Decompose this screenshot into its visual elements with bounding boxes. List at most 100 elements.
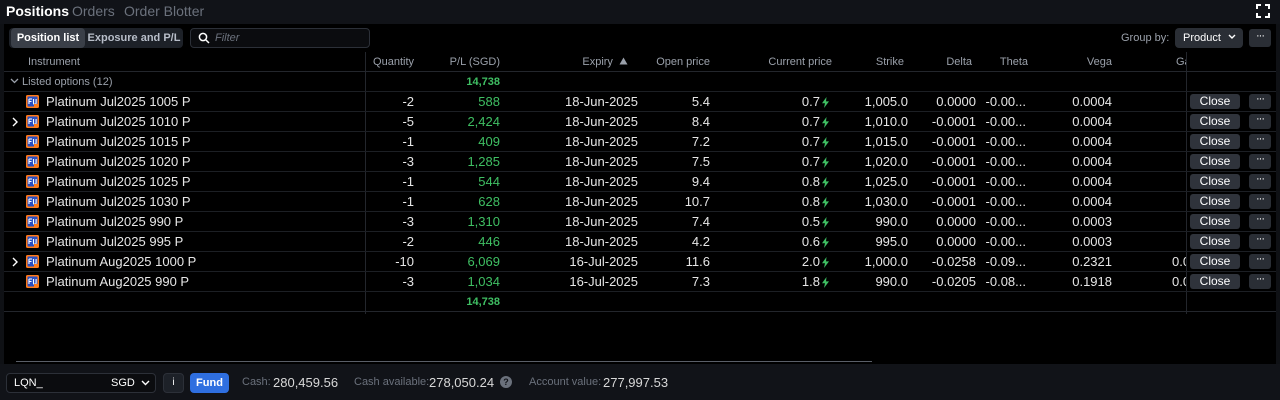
tab-order-blotter[interactable]: Order Blotter: [124, 3, 204, 19]
current-price-cell: 0.8: [801, 194, 820, 209]
col-current-price[interactable]: Current price: [768, 56, 832, 68]
table-row[interactable]: Platinum Jul2025 1015 P -1 409 18-Jun-2025 7…: [4, 132, 1276, 152]
open-price-cell: 5.4: [691, 94, 710, 109]
row-more-button[interactable]: ···: [1249, 174, 1271, 189]
group-by-label: Group by:: [1121, 32, 1170, 44]
pl-cell: 588: [478, 94, 500, 109]
instrument-cell[interactable]: Platinum Jul2025 1030 P: [46, 194, 191, 209]
col-expiry[interactable]: Expiry: [582, 56, 628, 68]
close-position-button[interactable]: Close: [1190, 194, 1240, 209]
table-row[interactable]: Platinum Jul2025 990 P -3 1,310 18-Jun-2025…: [4, 212, 1276, 232]
row-more-button[interactable]: ···: [1249, 94, 1271, 109]
fullscreen-icon[interactable]: [1256, 4, 1270, 18]
row-more-button[interactable]: ···: [1249, 254, 1271, 269]
close-position-button[interactable]: Close: [1190, 94, 1240, 109]
account-value-value: 277,997.53: [603, 375, 669, 390]
col-quantity[interactable]: Quantity: [373, 56, 414, 68]
instrument-cell[interactable]: Platinum Aug2025 1000 P: [46, 254, 196, 269]
col-vega[interactable]: Vega: [1087, 56, 1112, 68]
instrument-cell[interactable]: Platinum Jul2025 1020 P: [46, 154, 191, 169]
pl-cell: 1,285: [467, 154, 500, 169]
tab-orders[interactable]: Orders: [72, 3, 115, 19]
chevron-down-icon[interactable]: [10, 78, 19, 84]
lightning-icon: [822, 177, 829, 188]
current-price-cell: 2.0: [801, 254, 820, 269]
lightning-icon: [822, 157, 829, 168]
row-more-button[interactable]: ···: [1249, 214, 1271, 229]
table-row[interactable]: Platinum Aug2025 1000 P -10 6,069 16-Jul-20…: [4, 252, 1276, 272]
futures-option-icon: [26, 215, 39, 228]
instrument-cell[interactable]: Platinum Jul2025 1015 P: [46, 134, 191, 149]
vega-cell: 0.0004: [1072, 194, 1112, 209]
theta-cell: -0.08...: [985, 274, 1026, 289]
totals-row: 14,738: [4, 292, 1276, 312]
tab-positions[interactable]: Positions: [6, 3, 69, 19]
col-strike[interactable]: Strike: [876, 56, 904, 68]
vega-cell: 0.0003: [1072, 234, 1112, 249]
col-theta[interactable]: Theta: [1000, 56, 1028, 68]
close-position-button[interactable]: Close: [1190, 254, 1240, 269]
col-open-price[interactable]: Open price: [656, 56, 710, 68]
table-row[interactable]: Platinum Jul2025 1010 P -5 2,424 18-Jun-202…: [4, 112, 1276, 132]
close-position-button[interactable]: Close: [1190, 214, 1240, 229]
pl-cell: 628: [478, 194, 500, 209]
exposure-pl-button[interactable]: Exposure and P/L: [87, 28, 181, 48]
col-gamma[interactable]: Ga: [1176, 56, 1186, 68]
close-position-button[interactable]: Close: [1190, 234, 1240, 249]
pl-cell: 544: [478, 174, 500, 189]
group-by-select[interactable]: Product: [1175, 28, 1243, 48]
chevron-right-icon[interactable]: [12, 257, 18, 267]
open-price-cell: 7.5: [691, 154, 710, 169]
close-position-button[interactable]: Close: [1190, 274, 1240, 289]
pl-cell: 409: [478, 134, 500, 149]
close-position-button[interactable]: Close: [1190, 134, 1240, 149]
instrument-cell[interactable]: Platinum Aug2025 990 P: [46, 274, 189, 289]
row-more-button[interactable]: ···: [1249, 114, 1271, 129]
row-more-button[interactable]: ···: [1249, 234, 1271, 249]
lightning-icon: [822, 277, 829, 288]
col-instrument[interactable]: Instrument: [28, 56, 80, 68]
table-row[interactable]: Platinum Aug2025 990 P -3 1,034 16-Jul-2025…: [4, 272, 1276, 292]
table-row[interactable]: Platinum Jul2025 1025 P -1 544 18-Jun-2025 9…: [4, 172, 1276, 192]
table-row[interactable]: Platinum Jul2025 1020 P -3 1,285 18-Jun-202…: [4, 152, 1276, 172]
filter-input[interactable]: [215, 31, 365, 45]
open-price-cell: 9.4: [691, 174, 710, 189]
row-more-button[interactable]: ···: [1249, 154, 1271, 169]
vega-cell: 0.0004: [1072, 174, 1112, 189]
delta-cell: 0.0000: [936, 94, 976, 109]
quantity-cell: -1: [402, 174, 414, 189]
theta-cell: -0.00...: [985, 194, 1026, 209]
group-row[interactable]: Listed options (12) 14,738: [4, 72, 1276, 92]
lightning-icon: [822, 257, 829, 268]
info-button[interactable]: i: [163, 373, 184, 393]
delta-cell: -0.0205: [931, 274, 976, 289]
position-list-button[interactable]: Position list: [11, 28, 85, 48]
close-position-button[interactable]: Close: [1190, 174, 1240, 189]
instrument-cell[interactable]: Platinum Jul2025 990 P: [46, 214, 183, 229]
row-more-button[interactable]: ···: [1249, 194, 1271, 209]
table-row[interactable]: Platinum Jul2025 1030 P -1 628 18-Jun-2025 1…: [4, 192, 1276, 212]
delta-cell: -0.0001: [931, 114, 976, 129]
instrument-cell[interactable]: Platinum Jul2025 1025 P: [46, 174, 191, 189]
instrument-cell[interactable]: Platinum Jul2025 1005 P: [46, 94, 191, 109]
close-position-button[interactable]: Close: [1190, 154, 1240, 169]
theta-cell: -0.00...: [985, 134, 1026, 149]
toolbar-more-button[interactable]: ···: [1249, 29, 1271, 47]
row-more-button[interactable]: ···: [1249, 274, 1271, 289]
horizontal-scrollbar[interactable]: [16, 361, 872, 362]
fund-button[interactable]: Fund: [190, 373, 229, 393]
chevron-right-icon[interactable]: [12, 117, 18, 127]
instrument-cell[interactable]: Platinum Jul2025 1010 P: [46, 114, 191, 129]
instrument-cell[interactable]: Platinum Jul2025 995 P: [46, 234, 183, 249]
table-row[interactable]: Platinum Jul2025 1005 P -2 588 18-Jun-2025 5…: [4, 92, 1276, 112]
expiry-cell: 18-Jun-2025: [565, 174, 638, 189]
sort-ascending-icon: [619, 57, 628, 65]
table-row[interactable]: Platinum Jul2025 995 P -2 446 18-Jun-2025 4.…: [4, 232, 1276, 252]
account-select[interactable]: LQN_ SGD: [6, 373, 156, 393]
close-position-button[interactable]: Close: [1190, 114, 1240, 129]
help-icon[interactable]: ?: [500, 376, 512, 388]
col-pl[interactable]: P/L (SGD): [450, 56, 500, 68]
strike-cell: 1,015.0: [864, 134, 908, 149]
col-delta[interactable]: Delta: [946, 56, 972, 68]
row-more-button[interactable]: ···: [1249, 134, 1271, 149]
